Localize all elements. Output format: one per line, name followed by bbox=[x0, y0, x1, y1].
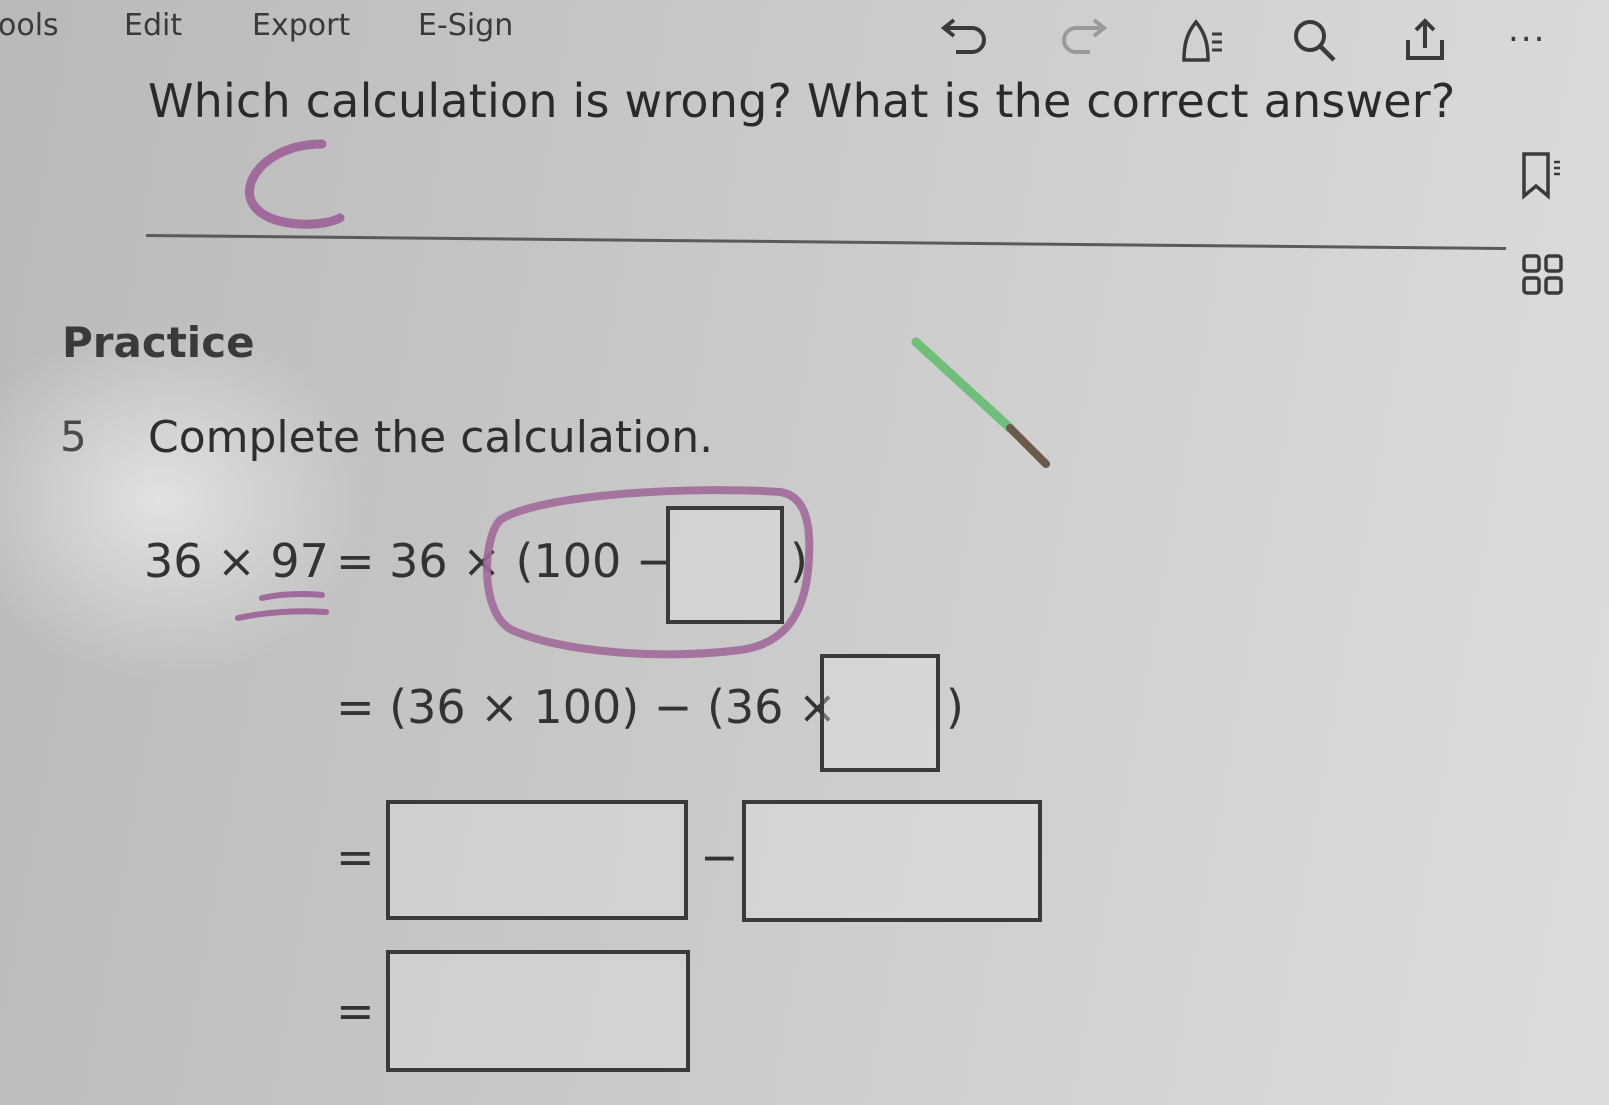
highlighter-pen bbox=[911, 337, 1050, 468]
expression-36x97: 36 × 97 bbox=[144, 534, 329, 588]
underline-97-1 bbox=[259, 591, 325, 601]
answer-box-4[interactable] bbox=[742, 800, 1042, 922]
bookmark-icon[interactable] bbox=[1518, 150, 1566, 202]
share-icon[interactable] bbox=[1400, 16, 1450, 66]
menu-export[interactable]: Export bbox=[252, 8, 350, 43]
menu-edit[interactable]: Edit bbox=[124, 8, 182, 43]
read-aloud-icon[interactable] bbox=[1178, 16, 1228, 64]
menu-esign[interactable]: E-Sign bbox=[418, 8, 513, 43]
menu-tools[interactable]: ools bbox=[0, 8, 59, 43]
handwritten-answer-c bbox=[245, 139, 345, 229]
expression-36x100-minus: = 36 × (100 − bbox=[336, 534, 675, 588]
expression-line-2: = (36 × 100) − (36 × bbox=[336, 680, 837, 734]
more-icon[interactable]: ... bbox=[1508, 10, 1546, 50]
close-paren-2: ) bbox=[946, 680, 964, 734]
answer-box-1[interactable] bbox=[666, 506, 784, 624]
redo-icon[interactable] bbox=[1056, 18, 1112, 58]
answer-box-3[interactable] bbox=[386, 800, 688, 920]
equals-line-4: = bbox=[336, 984, 375, 1038]
thumbnails-grid-icon[interactable] bbox=[1520, 252, 1566, 298]
undo-icon[interactable] bbox=[936, 18, 992, 58]
answer-box-2[interactable] bbox=[820, 654, 940, 772]
answer-line bbox=[145, 234, 1506, 251]
search-icon[interactable] bbox=[1290, 16, 1340, 66]
underline-97-2 bbox=[235, 608, 329, 621]
question-number: 5 bbox=[60, 412, 87, 461]
minus-line-3: − bbox=[700, 830, 739, 884]
close-paren-1: ) bbox=[790, 534, 808, 588]
answer-box-5[interactable] bbox=[386, 950, 690, 1072]
section-heading: Practice bbox=[62, 318, 255, 367]
equals-line-3: = bbox=[336, 830, 375, 884]
instruction-text: Complete the calculation. bbox=[148, 412, 714, 463]
question-text: Which calculation is wrong? What is the … bbox=[148, 74, 1456, 128]
